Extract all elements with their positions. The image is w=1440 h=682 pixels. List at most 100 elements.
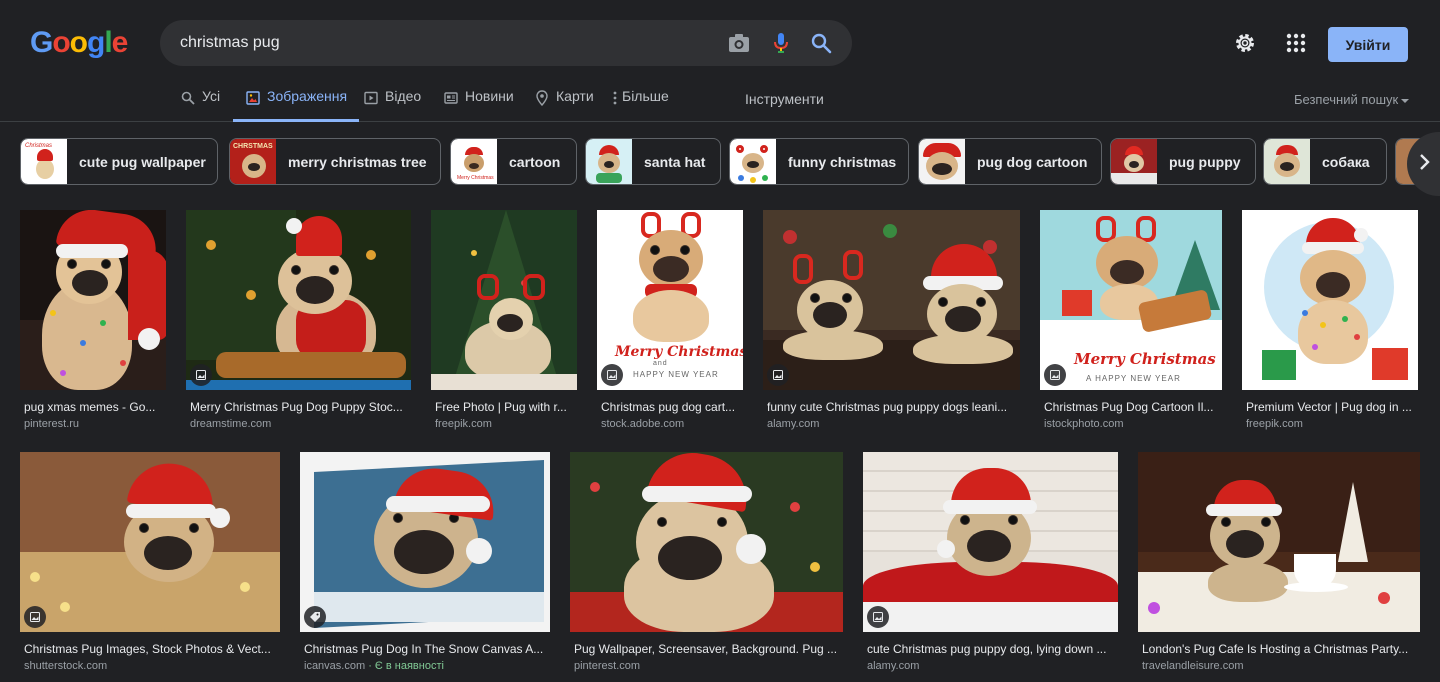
chip-thumbnail (730, 139, 776, 184)
chevron-right-icon (1419, 153, 1431, 176)
result-title[interactable]: Christmas Pug Images, Stock Photos & Vec… (24, 642, 284, 656)
chip-thumbnail: CHRSTMAS (230, 139, 276, 184)
image-result[interactable]: Pug Wallpaper, Screensaver, Background. … (570, 452, 843, 678)
related-searches-chips: Christmas cute pug wallpaper CHRSTMAS me… (0, 137, 1440, 187)
result-title[interactable]: Premium Vector | Pug dog in ... (1246, 400, 1422, 414)
image-badge-icon (190, 364, 212, 386)
image-result[interactable]: Merry Christmas and HAPPY NEW YEAR Chris… (597, 210, 743, 436)
chip-sobaka[interactable]: собака (1263, 138, 1387, 185)
image-result[interactable]: London's Pug Cafe Is Hosting a Christmas… (1138, 452, 1420, 678)
tools-button[interactable]: Інструменти (745, 91, 824, 107)
chip-thumbnail (919, 139, 965, 184)
google-logo[interactable]: Google (30, 26, 129, 60)
apps-grid-icon[interactable] (1284, 31, 1308, 55)
image-badge-icon (767, 364, 789, 386)
chip-cartoon[interactable]: Merry Christmas cartoon (450, 138, 577, 185)
safe-search-dropdown[interactable]: Безпечний пошук (1294, 92, 1410, 107)
tab-label: Зображення (267, 88, 348, 104)
chip-pug-dog-cartoon[interactable]: pug dog cartoon (918, 138, 1102, 185)
search-icon (180, 90, 196, 106)
result-image[interactable] (20, 452, 280, 632)
image-result[interactable]: Premium Vector | Pug dog in ... freepik.… (1242, 210, 1418, 436)
image-result[interactable]: Merry Christmas Pug Dog Puppy Stoc... dr… (186, 210, 411, 436)
tab-videos[interactable]: Відео (363, 88, 421, 122)
result-title[interactable]: Christmas Pug Dog Cartoon Il... (1044, 400, 1226, 414)
result-source-domain: icanvas.com (304, 660, 366, 672)
result-title[interactable]: funny cute Christmas pug puppy dogs lean… (767, 400, 1024, 414)
tab-maps[interactable]: Карти (534, 88, 594, 122)
image-result[interactable]: Christmas Pug Images, Stock Photos & Vec… (20, 452, 280, 678)
image-caption-text: and (653, 360, 668, 367)
tab-more[interactable]: Більше (612, 88, 669, 122)
result-source: pinterest.com (574, 660, 641, 672)
image-result[interactable]: cute Christmas pug puppy dog, lying down… (863, 452, 1118, 678)
tab-label: Карти (556, 88, 594, 104)
result-source: alamy.com (867, 660, 920, 672)
video-icon (363, 90, 379, 106)
logo-letter: l (104, 26, 112, 59)
result-title[interactable]: Christmas Pug Dog In The Snow Canvas A..… (304, 642, 554, 656)
result-source: freepik.com (435, 418, 492, 430)
search-icon[interactable] (809, 31, 833, 55)
search-box (160, 20, 852, 66)
chip-label: pug puppy (1169, 153, 1241, 170)
result-image[interactable] (431, 210, 577, 390)
result-image[interactable] (763, 210, 1020, 390)
result-title[interactable]: London's Pug Cafe Is Hosting a Christmas… (1142, 642, 1424, 656)
image-result[interactable]: Christmas Pug Dog In The Snow Canvas A..… (300, 452, 550, 678)
result-title[interactable]: cute Christmas pug puppy dog, lying down… (867, 642, 1122, 656)
caret-down-icon (1401, 98, 1410, 103)
camera-icon[interactable] (727, 31, 751, 55)
header: Google Увійти (0, 0, 1440, 88)
result-source: travelandleisure.com (1142, 660, 1244, 672)
logo-letter: g (87, 26, 105, 59)
chip-pug-puppy[interactable]: pug puppy (1110, 138, 1256, 185)
result-title[interactable]: Pug Wallpaper, Screensaver, Background. … (574, 642, 847, 656)
chip-label: funny christmas (788, 153, 897, 170)
image-caption-text: HAPPY NEW YEAR (633, 370, 719, 379)
result-image[interactable] (300, 452, 550, 632)
search-input[interactable] (180, 20, 700, 66)
image-badge-icon (1044, 364, 1066, 386)
image-result[interactable]: Free Photo | Pug with r... freepik.com (431, 210, 577, 436)
image-result[interactable]: Merry Christmas A HAPPY NEW YEAR Christm… (1040, 210, 1222, 436)
chip-funny-christmas[interactable]: funny christmas (729, 138, 909, 185)
chip-label: cartoon (509, 153, 561, 170)
logo-letter: e (111, 26, 129, 59)
sign-in-button[interactable]: Увійти (1328, 27, 1408, 62)
result-title[interactable]: Merry Christmas Pug Dog Puppy Stoc... (190, 400, 415, 414)
chip-merry-christmas-tree[interactable]: CHRSTMAS merry christmas tree (229, 138, 441, 185)
result-image[interactable] (186, 210, 411, 390)
chip-label: cute pug wallpaper (79, 153, 206, 170)
image-badge-icon (867, 606, 889, 628)
result-source: shutterstock.com (24, 660, 108, 672)
result-title[interactable]: Christmas pug dog cart... (601, 400, 747, 414)
chip-cute-pug-wallpaper[interactable]: Christmas cute pug wallpaper (20, 138, 218, 185)
tab-all[interactable]: Усі (180, 88, 220, 122)
result-title[interactable]: Free Photo | Pug with r... (435, 400, 581, 414)
news-icon (443, 90, 459, 106)
image-result[interactable]: funny cute Christmas pug puppy dogs lean… (763, 210, 1020, 436)
tab-images[interactable]: Зображення (233, 88, 360, 122)
chip-label: merry christmas tree (288, 153, 427, 170)
result-image[interactable] (20, 210, 166, 390)
chip-thumbnail: Merry Christmas (451, 139, 497, 184)
tab-label: Більше (622, 88, 669, 104)
image-badge-icon (601, 364, 623, 386)
result-image[interactable]: Merry Christmas A HAPPY NEW YEAR (1040, 210, 1222, 390)
chip-thumbnail (1111, 139, 1157, 184)
gear-icon[interactable] (1233, 31, 1257, 55)
result-image[interactable] (570, 452, 843, 632)
tab-label: Усі (202, 88, 221, 104)
result-title[interactable]: pug xmas memes - Go... (24, 400, 170, 414)
result-image[interactable]: Merry Christmas and HAPPY NEW YEAR (597, 210, 743, 390)
result-image[interactable] (1242, 210, 1418, 390)
result-source: icanvas.com · Є в наявності (304, 660, 444, 672)
chip-santa-hat[interactable]: santa hat (585, 138, 721, 185)
tab-news[interactable]: Новини (443, 88, 514, 122)
mic-icon[interactable] (769, 31, 793, 55)
result-image[interactable] (1138, 452, 1420, 632)
logo-letter: o (69, 26, 88, 59)
result-image[interactable] (863, 452, 1118, 632)
image-result[interactable]: pug xmas memes - Go... pinterest.ru (20, 210, 166, 436)
